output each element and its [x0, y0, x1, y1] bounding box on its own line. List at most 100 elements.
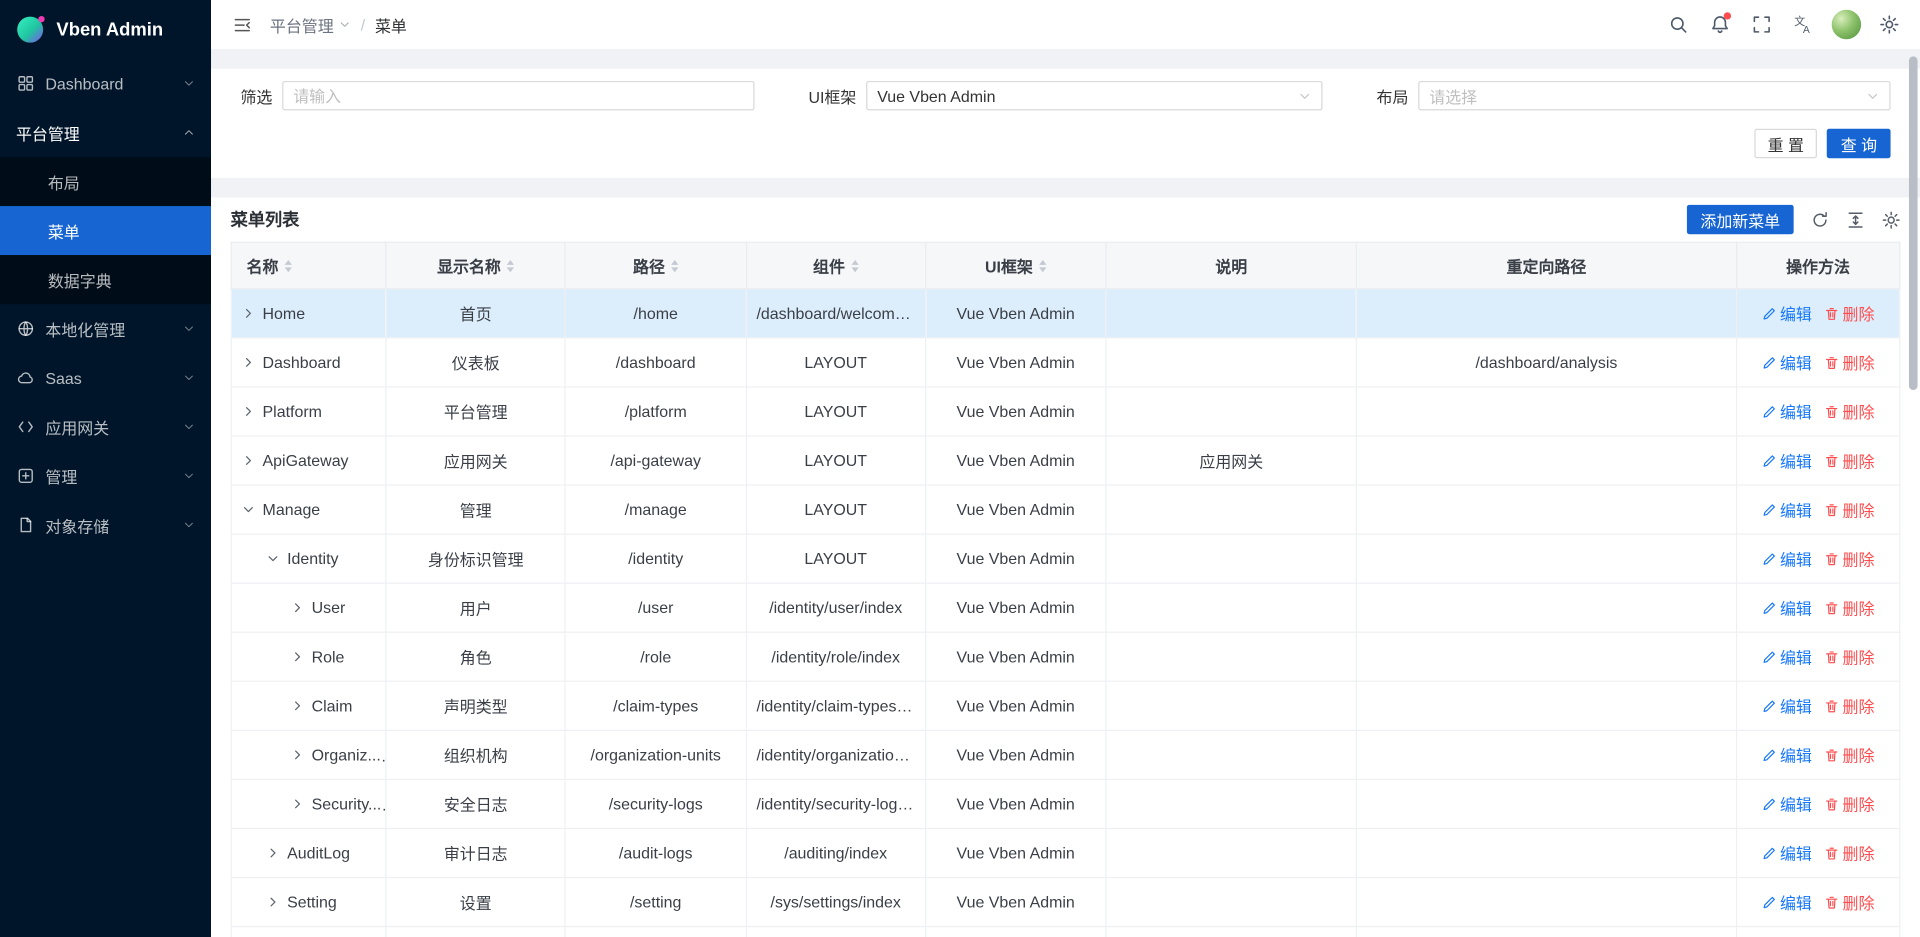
cell-actions: 编辑删除 [1736, 583, 1899, 632]
cell-description [1106, 583, 1357, 632]
edit-button[interactable]: 编辑 [1762, 841, 1812, 864]
sidebar-item-data-dictionary[interactable]: 数据字典 [0, 255, 211, 304]
sidebar-item-app-gateway[interactable]: 应用网关 [0, 402, 211, 451]
chevron-right-icon[interactable] [291, 649, 304, 662]
file-icon [16, 516, 34, 533]
table-row-role: Role角色/role/identity/role/indexVue Vben … [231, 632, 1900, 681]
delete-button[interactable]: 删除 [1824, 498, 1874, 521]
cell-name: Organiz... [231, 730, 386, 779]
column-header-name[interactable]: 名称 [231, 242, 386, 289]
edit-button[interactable]: 编辑 [1762, 547, 1812, 570]
fullscreen-icon[interactable] [1743, 6, 1780, 43]
table-header-row: 名称显示名称路径组件UI框架说明重定向路径操作方法 [231, 242, 1900, 289]
chevron-down-icon [1866, 89, 1879, 102]
avatar[interactable] [1832, 10, 1861, 39]
column-header-path[interactable]: 路径 [565, 242, 746, 289]
edit-button[interactable]: 编辑 [1762, 400, 1812, 423]
cell-empty [925, 927, 1106, 937]
column-label: 重定向路径 [1507, 254, 1587, 277]
cell-empty [565, 927, 746, 937]
refresh-icon[interactable] [1811, 210, 1829, 228]
sidebar-item-label: 布局 [48, 170, 195, 193]
chevron-right-icon[interactable] [242, 453, 255, 466]
edit-button[interactable]: 编辑 [1762, 351, 1812, 374]
cell-actions: 编辑删除 [1736, 730, 1899, 779]
sidebar-item-dashboard[interactable]: Dashboard [0, 59, 211, 108]
delete-button[interactable]: 删除 [1824, 400, 1874, 423]
translate-icon[interactable]: 文A [1785, 6, 1822, 43]
column-label: 名称 [247, 254, 279, 277]
cell-description [1106, 534, 1357, 583]
breadcrumb-item-platform[interactable]: 平台管理 [270, 13, 351, 36]
edit-button[interactable]: 编辑 [1762, 449, 1812, 472]
column-label: 组件 [813, 254, 845, 277]
cell-component: /sys/settings/index [746, 878, 925, 927]
delete-button[interactable]: 删除 [1824, 302, 1874, 325]
edit-button[interactable]: 编辑 [1762, 694, 1812, 717]
chevron-right-icon[interactable] [291, 797, 304, 810]
delete-button[interactable]: 删除 [1824, 792, 1874, 815]
sidebar-item-layout[interactable]: 布局 [0, 157, 211, 206]
delete-label: 删除 [1843, 400, 1875, 423]
edit-button[interactable]: 编辑 [1762, 645, 1812, 668]
edit-button[interactable]: 编辑 [1762, 302, 1812, 325]
chevron-down-icon[interactable] [242, 502, 255, 515]
sidebar-item-manage[interactable]: 管理 [0, 451, 211, 500]
column-header-display-name[interactable]: 显示名称 [386, 242, 565, 289]
delete-button[interactable]: 删除 [1824, 449, 1874, 472]
reset-button[interactable]: 重 置 [1754, 129, 1817, 158]
delete-button[interactable]: 删除 [1824, 743, 1874, 766]
delete-button[interactable]: 删除 [1824, 645, 1874, 668]
delete-button[interactable]: 删除 [1824, 841, 1874, 864]
edit-button[interactable]: 编辑 [1762, 890, 1812, 913]
sort-carets-icon [1039, 259, 1046, 271]
sidebar-item-saas[interactable]: Saas [0, 353, 211, 402]
delete-button[interactable]: 删除 [1824, 890, 1874, 913]
column-header-component[interactable]: 组件 [746, 242, 925, 289]
chevron-right-icon[interactable] [266, 895, 279, 908]
edit-button[interactable]: 编辑 [1762, 596, 1812, 619]
search-icon[interactable] [1660, 6, 1697, 43]
scrollbar[interactable] [1909, 56, 1918, 390]
search-button[interactable]: 查 询 [1827, 129, 1890, 158]
column-header-content: UI框架 [936, 254, 1096, 277]
column-settings-icon[interactable] [1882, 210, 1900, 228]
row-height-icon[interactable] [1846, 210, 1864, 228]
delete-button[interactable]: 删除 [1824, 547, 1874, 570]
edit-button[interactable]: 编辑 [1762, 743, 1812, 766]
ui-framework-select[interactable]: Vue Vben Admin [866, 81, 1322, 110]
delete-label: 删除 [1843, 841, 1875, 864]
chevron-right-icon[interactable] [291, 748, 304, 761]
edit-button[interactable]: 编辑 [1762, 498, 1812, 521]
filter-input[interactable] [282, 81, 754, 110]
chevron-right-icon[interactable] [242, 355, 255, 368]
edit-button[interactable]: 编辑 [1762, 792, 1812, 815]
chevron-down-icon[interactable] [266, 551, 279, 564]
chevron-right-icon[interactable] [291, 698, 304, 711]
chevron-right-icon[interactable] [266, 846, 279, 859]
sidebar-item-object-storage[interactable]: 对象存储 [0, 500, 211, 549]
cell-description [1106, 632, 1357, 681]
menu-fold-icon[interactable] [223, 6, 260, 43]
chevron-right-icon[interactable] [242, 306, 255, 319]
app-logo[interactable]: Vben Admin [0, 0, 211, 59]
sidebar-item-localization[interactable]: 本地化管理 [0, 304, 211, 353]
add-menu-button[interactable]: 添加新菜单 [1687, 205, 1794, 234]
sort-carets-icon [507, 259, 514, 271]
chevron-right-icon[interactable] [291, 600, 304, 613]
sidebar-item-platform-management[interactable]: 平台管理 [0, 108, 211, 157]
layout-select[interactable]: 请选择 [1418, 81, 1890, 110]
cell-actions: 编辑删除 [1736, 338, 1899, 387]
delete-button[interactable]: 删除 [1824, 694, 1874, 717]
cell-description [1106, 289, 1357, 338]
cell-display-name: 平台管理 [386, 387, 565, 436]
notification-bell-icon[interactable] [1702, 6, 1739, 43]
cloud-icon [16, 369, 34, 386]
column-header-ui-framework[interactable]: UI框架 [925, 242, 1106, 289]
delete-button[interactable]: 删除 [1824, 596, 1874, 619]
chevron-right-icon[interactable] [242, 404, 255, 417]
settings-gear-icon[interactable] [1871, 6, 1908, 43]
delete-button[interactable]: 删除 [1824, 351, 1874, 374]
sidebar-item-menu[interactable]: 菜单 [0, 206, 211, 255]
table-row-security: Security...安全日志/security-logs/identity/s… [231, 779, 1900, 828]
